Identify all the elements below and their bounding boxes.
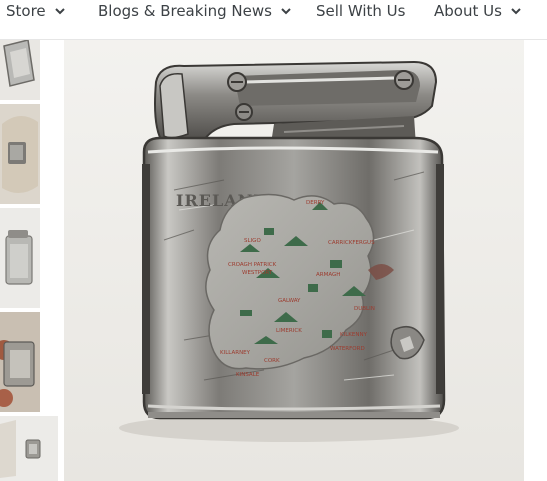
nav-item-store[interactable]: Store <box>6 0 67 22</box>
product-main-image[interactable]: IRELAND DERRY SLIGO CARRICKFERGUS CROAGH… <box>64 40 524 481</box>
product-thumbnail[interactable] <box>0 40 40 100</box>
map-label: DUBLIN <box>354 306 375 312</box>
chevron-down-icon <box>509 4 523 18</box>
nav-item-label: Store <box>6 2 46 20</box>
nav-item-about[interactable]: About Us <box>434 0 523 22</box>
map-label: CROAGH PATRICK <box>228 262 277 268</box>
product-thumbnail[interactable] <box>0 104 40 204</box>
map-label: KILKENNY <box>340 332 368 338</box>
map-label: CARRICKFERGUS <box>328 240 375 246</box>
product-thumbnail-selected[interactable] <box>0 416 58 481</box>
top-navigation: Store Blogs & Breaking News Sell With Us… <box>0 0 547 40</box>
map-label: LIMERICK <box>276 328 302 334</box>
gallery-margin <box>524 40 547 481</box>
map-label: ARMAGH <box>316 272 340 278</box>
nav-item-label: Sell With Us <box>316 2 406 20</box>
map-label: GALWAY <box>278 298 301 304</box>
map-label: KILLARNEY <box>220 350 251 356</box>
map-label: KINSALE <box>236 372 260 378</box>
thumbnail-list <box>0 40 58 481</box>
map-label: CORK <box>264 358 280 364</box>
map-label: WATERFORD <box>330 346 365 352</box>
map-label: WESTPORT <box>242 270 273 276</box>
nav-item-label: Blogs & Breaking News <box>98 2 272 20</box>
product-thumbnail[interactable] <box>0 312 40 412</box>
nav-item-blogs[interactable]: Blogs & Breaking News <box>98 0 293 22</box>
nav-item-sell[interactable]: Sell With Us <box>316 0 405 22</box>
chevron-down-icon <box>279 4 293 18</box>
product-thumbnail[interactable] <box>0 208 40 308</box>
nav-item-label: About Us <box>434 2 502 20</box>
chevron-down-icon <box>53 4 67 18</box>
map-label: SLIGO <box>244 238 261 244</box>
map-label: DERRY <box>306 200 325 206</box>
